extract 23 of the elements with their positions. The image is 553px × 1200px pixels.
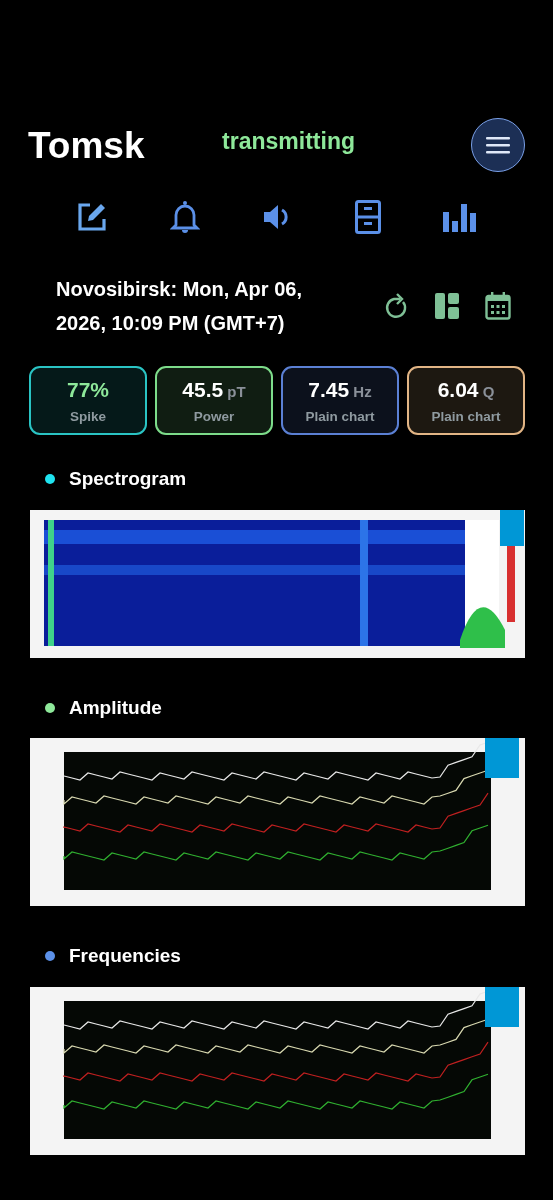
stat-label: Spike xyxy=(69,408,107,427)
section-title: Spectrogram xyxy=(69,467,187,491)
date-time-text: Novosibirsk: Mon, Apr 06, 2026, 10:09 PM (GMT+7) xyxy=(56,277,303,336)
section-title: Amplitude xyxy=(69,695,162,720)
section-title: Frequencies xyxy=(69,944,181,968)
calendar-icon[interactable] xyxy=(485,292,511,320)
stat-label: Power xyxy=(192,408,236,427)
stat-value: 7.45 Hz xyxy=(307,378,373,402)
edit-icon[interactable] xyxy=(76,201,108,233)
refresh-icon[interactable] xyxy=(383,292,409,320)
file-cabinet-icon[interactable] xyxy=(355,200,382,234)
status-text: transmitting xyxy=(222,126,355,156)
stat-label: Plain chart xyxy=(430,408,502,427)
page-title: Tomsk xyxy=(28,126,145,164)
bar-chart-icon[interactable] xyxy=(443,202,477,232)
stat-value: 77% xyxy=(66,378,110,402)
bell-icon[interactable] xyxy=(169,200,200,234)
layout-icon[interactable] xyxy=(435,293,459,319)
stat-value: 6.04 Q xyxy=(436,378,496,402)
stat-value: 45.5 pT xyxy=(181,378,247,402)
menu-button[interactable] xyxy=(471,118,525,172)
menu-icon xyxy=(486,136,510,154)
stat-label: Plain chart xyxy=(304,408,376,427)
